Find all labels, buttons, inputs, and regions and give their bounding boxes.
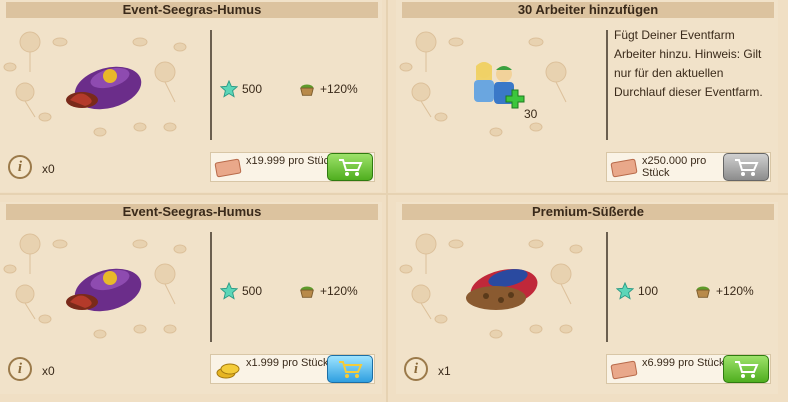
- cart-icon: [735, 159, 759, 176]
- worker-count: 30: [524, 107, 538, 121]
- basket-bonus-icon: [300, 286, 314, 298]
- card-divider: [210, 232, 212, 342]
- horizontal-separator: [0, 193, 788, 195]
- owned-count: x0: [42, 364, 55, 378]
- xp-stat: 500: [220, 80, 262, 98]
- bonus-stat: +120%: [694, 282, 754, 300]
- xp-stat: 100: [616, 282, 658, 300]
- shop-card-seegras-humus: Event-Seegras-Humus 500 +120% i x0 x19.9…: [0, 0, 382, 192]
- xp-value: 100: [638, 284, 659, 298]
- cart-icon: [339, 361, 363, 378]
- ticket-icon: [610, 158, 638, 178]
- bonus-value: +120%: [320, 284, 358, 298]
- price-box: x19.999 pro Stück: [210, 152, 375, 182]
- price-box: x250.000 pro Stück: [606, 152, 771, 182]
- price-label: x6.999 pro Stück: [642, 357, 725, 369]
- shop-card-seegras-humus-coins: Event-Seegras-Humus 500 +120% i x0 x1.99…: [0, 202, 382, 394]
- ticket-icon: [610, 360, 638, 380]
- seegras-humus-bag-icon: [66, 66, 142, 110]
- buy-button[interactable]: [327, 153, 373, 181]
- seegras-humus-bag-icon: [66, 268, 142, 312]
- star-xp-icon: [220, 80, 238, 98]
- price-box: x6.999 pro Stück: [606, 354, 771, 384]
- premium-suesserde-bag-icon: [466, 269, 538, 310]
- shop-card-workers: 30 Arbeiter hinzufügen 30 Fügt Deiner Ev…: [396, 0, 778, 192]
- xp-value: 500: [242, 284, 263, 298]
- basket-bonus-icon: [300, 84, 314, 96]
- buy-button[interactable]: [723, 355, 769, 383]
- stats-row: 100 +120%: [616, 282, 776, 302]
- card-title: Premium-Süßerde: [402, 204, 774, 220]
- star-xp-icon: [220, 282, 238, 300]
- card-divider: [606, 232, 608, 342]
- star-xp-icon: [616, 282, 634, 300]
- bonus-stat: +120%: [298, 80, 358, 98]
- card-title: 30 Arbeiter hinzufügen: [402, 2, 774, 18]
- stats-row: 500 +120%: [220, 282, 380, 302]
- price-label: x19.999 pro Stück: [246, 155, 335, 167]
- card-title: Event-Seegras-Humus: [6, 204, 378, 220]
- buy-button[interactable]: [327, 355, 373, 383]
- ticket-icon: [214, 158, 242, 178]
- card-divider: [210, 30, 212, 140]
- price-label: x1.999 pro Stück: [246, 357, 329, 369]
- price-label: x250.000 pro Stück: [642, 155, 707, 179]
- shop-card-premium-suesserde: Premium-Süßerde 100 +120% i x1 x6.999 pr…: [396, 202, 778, 394]
- bonus-value: +120%: [716, 284, 754, 298]
- buy-button-disabled[interactable]: [723, 153, 769, 181]
- info-button[interactable]: i: [8, 155, 32, 179]
- card-description: Fügt Deiner Eventfarm Arbeiter hinzu. Hi…: [614, 28, 763, 99]
- info-button[interactable]: i: [8, 357, 32, 381]
- card-title: Event-Seegras-Humus: [6, 2, 378, 18]
- info-button[interactable]: i: [404, 357, 428, 381]
- xp-value: 500: [242, 82, 263, 96]
- cart-icon: [339, 159, 363, 176]
- workers-icon: [474, 62, 525, 109]
- stats-row: 500 +120%: [220, 80, 380, 100]
- card-divider: [606, 30, 608, 140]
- coins-icon: [216, 363, 240, 379]
- owned-count: x0: [42, 162, 55, 176]
- price-box: x1.999 pro Stück: [210, 354, 375, 384]
- bonus-value: +120%: [320, 82, 358, 96]
- cart-icon: [735, 361, 759, 378]
- owned-count: x1: [438, 364, 451, 378]
- bonus-stat: +120%: [298, 282, 358, 300]
- xp-stat: 500: [220, 282, 262, 300]
- basket-bonus-icon: [696, 286, 710, 298]
- vertical-separator: [386, 0, 388, 402]
